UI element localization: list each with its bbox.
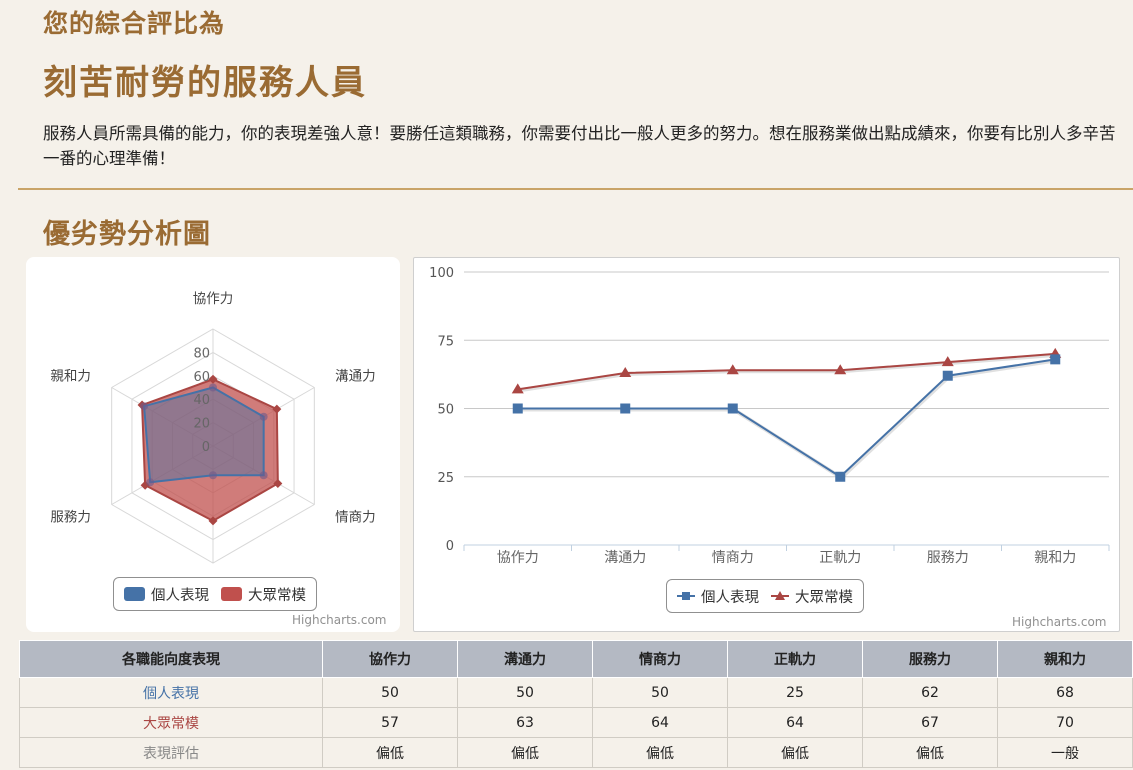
radar-point-personal — [146, 478, 155, 487]
table-cell: 62 — [862, 677, 998, 708]
radar-point-personal — [259, 412, 268, 421]
legend-item-average[interactable]: 大眾常模 — [771, 586, 853, 607]
table-cell: 63 — [457, 707, 593, 738]
y-tick-label: 25 — [437, 471, 454, 486]
radar-legend: 個人表現 大眾常模 — [113, 577, 317, 611]
table-header-cell: 情商力 — [592, 640, 728, 678]
table-cell: 50 — [592, 677, 728, 708]
radar-axis-label: 情商力 — [335, 510, 376, 526]
line-legend: 個人表現 大眾常模 — [666, 579, 864, 613]
score-table: 各職能向度表現 協作力 溝通力 情商力 正軌力 服務力 親和力 個人表現 50 … — [19, 640, 1133, 768]
table-cell: 50 — [322, 677, 458, 708]
line-chart: 0 25 50 75 100 協作力 溝通力 情商力 正軌力 服務力 親和力 — [429, 266, 1110, 566]
table-cell: 64 — [592, 707, 728, 738]
row-label: 大眾常模 — [19, 707, 323, 738]
y-tick-label: 0 — [446, 539, 454, 554]
section-title: 優劣勢分析圖 — [43, 219, 211, 250]
line-square-icon — [677, 592, 695, 600]
data-point-personal — [942, 370, 953, 381]
table-header-cell: 溝通力 — [457, 640, 593, 678]
credit-link[interactable]: Highcharts.com — [1012, 615, 1106, 629]
table-cell: 64 — [727, 707, 863, 738]
table-cell: 一般 — [997, 737, 1133, 768]
x-tick-label: 正軌力 — [819, 550, 861, 566]
page-subtitle: 您的綜合評比為 — [43, 9, 226, 38]
data-point-personal — [835, 471, 846, 482]
y-tick-label: 75 — [437, 334, 454, 349]
radar-point-personal — [259, 471, 268, 480]
table-cell: 偏低 — [862, 737, 998, 768]
table-cell: 偏低 — [322, 737, 458, 768]
table-cell: 偏低 — [457, 737, 593, 768]
legend-label: 個人表現 — [151, 587, 209, 604]
data-point-personal — [620, 403, 631, 414]
y-tick-label: 100 — [429, 266, 454, 281]
line-triangle-icon — [771, 591, 789, 600]
data-point-personal — [727, 403, 738, 414]
table-header-cell: 服務力 — [862, 640, 998, 678]
legend-label: 大眾常模 — [248, 587, 306, 604]
table-cell: 67 — [862, 707, 998, 738]
radar-tick-label: 20 — [193, 417, 210, 432]
radar-point-personal — [209, 471, 217, 480]
radar-chart: 020406080協作力溝通力情商力正軌力服務力親和力 — [50, 291, 376, 603]
radar-chart-panel: 020406080協作力溝通力情商力正軌力服務力親和力 個人表現 大眾常模 Hi… — [26, 257, 400, 632]
table-cell: 25 — [727, 677, 863, 708]
divider — [18, 188, 1133, 190]
line-chart-panel: 0 25 50 75 100 協作力 溝通力 情商力 正軌力 服務力 親和力 個人表現 大眾常模 H… — [413, 257, 1120, 632]
x-tick-label: 親和力 — [1034, 550, 1076, 566]
x-tick-label: 情商力 — [712, 550, 754, 566]
table-cell: 68 — [997, 677, 1133, 708]
row-label: 個人表現 — [19, 677, 323, 708]
radar-axis-label: 親和力 — [50, 369, 91, 385]
table-cell: 50 — [457, 677, 593, 708]
personal-swatch — [124, 587, 145, 601]
result-description: 服務人員所需具備的能力，你的表現差強人意！要勝任這類職務，你需要付出比一般人更多… — [43, 124, 1116, 168]
radar-point-personal — [209, 383, 217, 392]
legend-item-average[interactable]: 大眾常模 — [221, 584, 306, 605]
x-tick-label: 協作力 — [497, 550, 539, 566]
average-swatch — [221, 587, 242, 601]
radar-axis-label: 服務力 — [50, 510, 91, 526]
table-header-row: 各職能向度表現 協作力 溝通力 情商力 正軌力 服務力 親和力 — [19, 640, 1133, 678]
table-header-cell: 親和力 — [997, 640, 1133, 678]
table-cell: 70 — [997, 707, 1133, 738]
legend-item-personal[interactable]: 個人表現 — [677, 586, 759, 607]
table-row: 表現評估 偏低 偏低 偏低 偏低 偏低 一般 — [19, 737, 1133, 768]
radar-axis-label: 協作力 — [193, 291, 234, 307]
table-cell: 57 — [322, 707, 458, 738]
radar-axis-label: 溝通力 — [335, 369, 376, 385]
radar-tick-label: 0 — [202, 440, 210, 455]
data-point-personal — [512, 403, 523, 414]
radar-point-personal — [140, 402, 149, 411]
legend-label: 個人表現 — [701, 589, 759, 606]
y-tick-label: 50 — [437, 403, 454, 418]
legend-label: 大眾常模 — [795, 589, 853, 606]
radar-tick-label: 80 — [193, 346, 210, 361]
table-row: 大眾常模 57 63 64 64 67 70 — [19, 707, 1133, 738]
table-row: 個人表現 50 50 50 25 62 68 — [19, 677, 1133, 708]
table-cell: 偏低 — [592, 737, 728, 768]
page-title: 刻苦耐勞的服務人員 — [43, 63, 367, 103]
table-header-cell: 正軌力 — [727, 640, 863, 678]
table-header-label: 各職能向度表現 — [19, 640, 323, 678]
x-tick-label: 服務力 — [927, 550, 969, 566]
row-label: 表現評估 — [19, 737, 323, 768]
radar-tick-label: 40 — [193, 393, 210, 408]
credit-link[interactable]: Highcharts.com — [292, 613, 386, 627]
x-tick-label: 溝通力 — [604, 550, 646, 566]
data-point-personal — [1050, 354, 1061, 365]
table-header-cell: 協作力 — [322, 640, 458, 678]
radar-tick-label: 60 — [193, 370, 210, 385]
legend-item-personal[interactable]: 個人表現 — [124, 584, 209, 605]
table-cell: 偏低 — [727, 737, 863, 768]
